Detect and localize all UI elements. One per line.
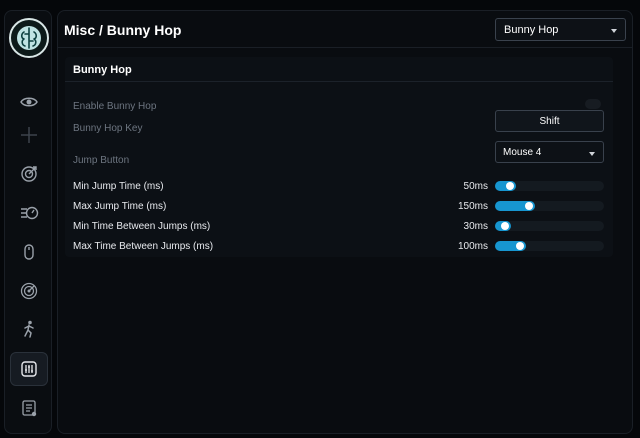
page-title: Misc / Bunny Hop: [64, 22, 182, 38]
main-panel: Misc / Bunny Hop Bunny Hop Bunny Hop Ena…: [57, 10, 633, 434]
slider-label: Max Jump Time (ms): [73, 201, 167, 212]
max-time-between-jumps-slider[interactable]: [495, 241, 604, 251]
slider-label: Min Jump Time (ms): [73, 181, 164, 192]
slider-label: Min Time Between Jumps (ms): [73, 221, 211, 232]
nav-misc[interactable]: [10, 352, 48, 386]
nav-mouse[interactable]: [10, 235, 48, 269]
min-time-between-jumps-slider[interactable]: [495, 221, 604, 231]
enable-bunny-hop-toggle[interactable]: [585, 99, 601, 109]
slider-thumb[interactable]: [516, 242, 524, 250]
bunny-hop-card: Bunny Hop Enable Bunny Hop Bunny Hop Key…: [65, 57, 613, 257]
chevron-down-icon: [611, 29, 617, 33]
nav-crosshair[interactable]: [10, 118, 48, 152]
app-window: Misc / Bunny Hop Bunny Hop Bunny Hop Ena…: [0, 0, 640, 438]
jump-button-label: Jump Button: [73, 155, 130, 166]
running-figure-icon: [24, 320, 34, 338]
nav-visuals[interactable]: [10, 85, 48, 119]
bunny-hop-key-button[interactable]: Shift: [495, 110, 604, 132]
config-list-icon: [22, 400, 37, 417]
slider-value: 100ms: [457, 241, 488, 252]
max-jump-time-slider[interactable]: [495, 201, 604, 211]
page-header: Misc / Bunny Hop Bunny Hop: [58, 11, 632, 48]
slider-value: 50ms: [463, 181, 488, 192]
mouse-icon: [24, 244, 34, 260]
sidebar: [4, 10, 52, 434]
feature-select-value: Bunny Hop: [504, 24, 559, 36]
nav-triggerbot[interactable]: [10, 196, 48, 230]
slider-thumb[interactable]: [525, 202, 533, 210]
nav-config[interactable]: [10, 391, 48, 425]
nav-movement[interactable]: [10, 312, 48, 346]
speedometer-icon: [21, 206, 39, 220]
slider-thumb[interactable]: [506, 182, 514, 190]
slider-thumb[interactable]: [501, 222, 509, 230]
chevron-down-icon: [589, 152, 595, 156]
divider: [65, 81, 613, 82]
min-jump-time-slider[interactable]: [495, 181, 604, 191]
radar-icon: [20, 282, 38, 300]
crosshair-icon: [21, 127, 37, 143]
slider-value: 30ms: [463, 221, 488, 232]
target-aim-icon: [21, 166, 37, 182]
jump-button-select[interactable]: Mouse 4: [495, 141, 604, 163]
eye-icon: [20, 97, 38, 107]
feature-select[interactable]: Bunny Hop: [495, 18, 626, 41]
jump-button-value: Mouse 4: [503, 147, 542, 158]
slider-value: 150ms: [457, 201, 488, 212]
brain-logo-icon: [9, 18, 49, 58]
nav-radar[interactable]: [10, 274, 48, 308]
slider-label: Max Time Between Jumps (ms): [73, 241, 214, 252]
enable-bunny-hop-label: Enable Bunny Hop: [73, 101, 157, 112]
nav-aimbot[interactable]: [10, 156, 48, 190]
bunny-hop-key-label: Bunny Hop Key: [73, 123, 143, 134]
section-title: Bunny Hop: [73, 64, 132, 76]
sliders-icon: [21, 361, 37, 377]
